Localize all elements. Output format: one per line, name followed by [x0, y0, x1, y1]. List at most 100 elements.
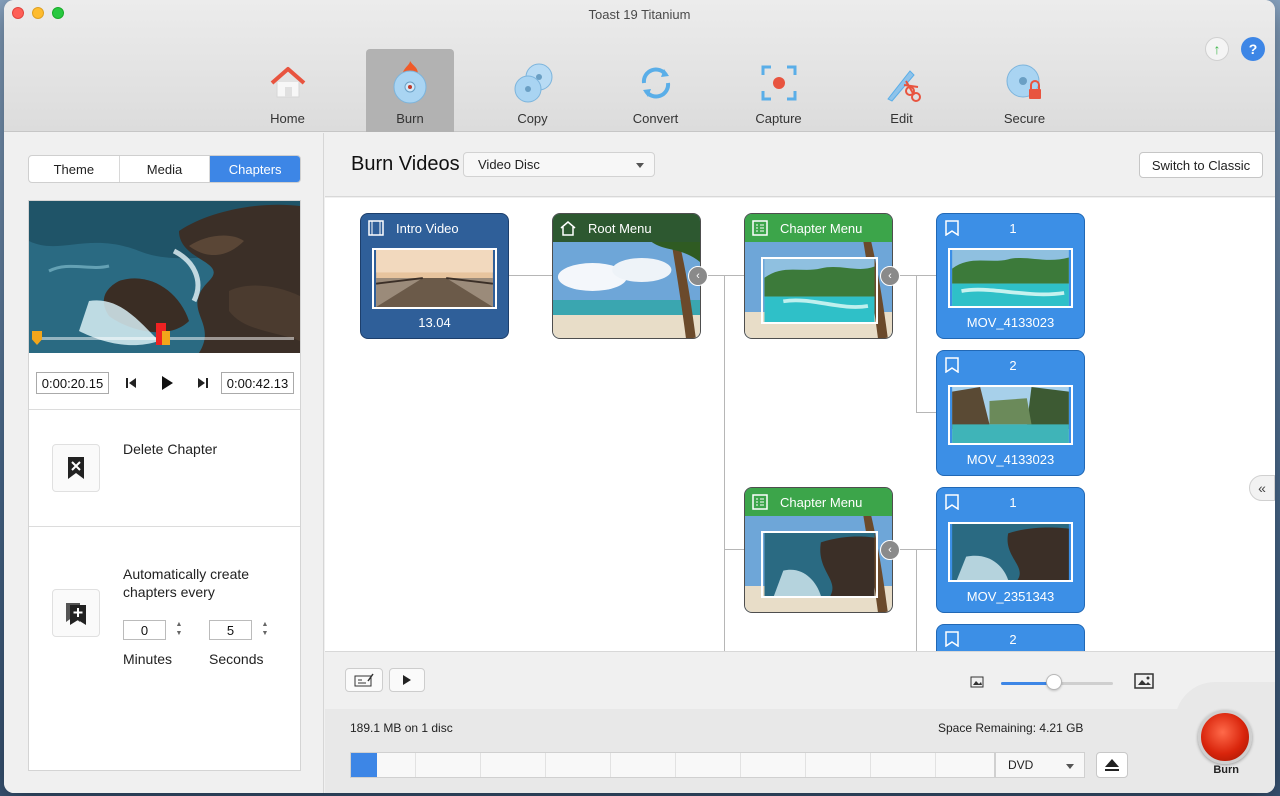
collapse-chapter-menu-1-button[interactable]: ‹ — [880, 266, 900, 286]
node-header: 2 — [937, 625, 1084, 651]
switch-to-classic-button[interactable]: Switch to Classic — [1139, 152, 1263, 178]
chapter-node-1[interactable]: 1 MOV_4133023 — [936, 213, 1085, 339]
sidebar-tabs: Theme Media Chapters — [28, 155, 301, 183]
previous-chapter-icon[interactable] — [125, 377, 137, 389]
nav-label: Convert — [632, 111, 679, 126]
tab-chapters[interactable]: Chapters — [210, 156, 300, 182]
window-title: Toast 19 Titanium — [588, 7, 691, 22]
help-button[interactable]: ? — [1241, 37, 1265, 61]
node-header: 1 — [937, 214, 1084, 242]
node-caption: MOV_4133023 — [966, 315, 1055, 330]
chapter-menu-node-1[interactable]: Chapter Menu — [744, 213, 893, 339]
nav-label: Edit — [890, 111, 913, 126]
chapter-node-3[interactable]: 1 MOV_2351343 — [936, 487, 1085, 613]
disc-size-text: 189.1 MB on 1 disc — [350, 721, 453, 735]
node-header: Root Menu — [553, 214, 700, 242]
eject-button[interactable] — [1096, 752, 1128, 778]
transport-controls — [125, 372, 209, 394]
node-title: Chapter Menu — [780, 494, 863, 510]
nav-burn[interactable]: Burn — [366, 49, 454, 132]
video-preview[interactable] — [29, 201, 300, 353]
connector-line — [916, 549, 917, 651]
burn-button[interactable] — [1198, 710, 1252, 764]
node-header: 2 — [937, 351, 1084, 379]
play-icon — [403, 675, 411, 685]
large-image-icon — [1134, 673, 1154, 689]
seconds-input[interactable]: 5 — [209, 620, 252, 640]
delete-chapter-button[interactable] — [52, 444, 100, 492]
nav-home[interactable]: Home — [226, 49, 349, 132]
seconds-stepper[interactable]: ▲ ▼ — [260, 620, 270, 640]
auto-create-chapters-button[interactable] — [52, 589, 100, 637]
upload-button[interactable]: ↑ — [1205, 37, 1229, 61]
collapse-chapter-menu-2-button[interactable]: ‹ — [880, 540, 900, 560]
node-title: Intro Video — [396, 220, 459, 236]
capture-target-icon — [761, 65, 796, 101]
capacity-bar-fill — [351, 753, 377, 777]
canvas-tools — [325, 651, 1275, 709]
chevron-down-icon — [1066, 764, 1074, 769]
end-timecode[interactable]: 0:00:42.13 — [221, 372, 294, 394]
bookmark-icon — [944, 494, 960, 510]
nav-edit[interactable]: Edit — [840, 49, 963, 132]
node-header: Intro Video — [361, 214, 508, 242]
status-bar: 189.1 MB on 1 disc Space Remaining: 4.21… — [325, 709, 1275, 793]
connector-line — [916, 275, 917, 412]
nav-label: Home — [270, 111, 305, 126]
title-toolbar: Toast 19 Titanium Home Burn Copy Convert… — [4, 0, 1275, 132]
chapter-thumbnail — [948, 248, 1073, 308]
disc-type-select[interactable]: Video Disc — [463, 152, 655, 177]
start-timecode[interactable]: 0:00:20.15 — [36, 372, 109, 394]
media-type-select[interactable]: DVD — [995, 752, 1085, 778]
up-arrow-icon: ↑ — [1213, 41, 1221, 57]
chapters-panel: 0:00:20.15 0:00:42.13 Delete Chapter Aut… — [28, 200, 301, 771]
node-title: 2 — [1009, 631, 1017, 647]
bookmark-icon — [944, 357, 960, 373]
chapter-marker[interactable] — [162, 331, 170, 345]
seconds-label: Seconds — [209, 651, 264, 667]
tab-media[interactable]: Media — [120, 156, 211, 182]
expand-panel-button[interactable]: « — [1249, 475, 1275, 501]
divider — [29, 409, 300, 410]
preview-play-button[interactable] — [389, 668, 425, 692]
minutes-stepper[interactable]: ▲ ▼ — [174, 620, 184, 640]
eject-icon — [1105, 759, 1119, 771]
nav-label: Burn — [396, 111, 424, 126]
chapter-menu-node-2[interactable]: Chapter Menu — [744, 487, 893, 613]
node-title: 1 — [1009, 494, 1017, 510]
bookmarks-add-icon — [66, 603, 86, 625]
home-outline-icon — [560, 220, 576, 236]
node-header: 1 — [937, 488, 1084, 516]
menu-tree-canvas: Intro Video 13.04 Root Menu ‹ Chapter Me… — [325, 198, 1275, 651]
nav-label: Copy — [517, 111, 548, 126]
chapter-node-4[interactable]: 2 — [936, 624, 1085, 651]
bookmark-icon — [944, 631, 960, 647]
edit-menu-button[interactable] — [345, 668, 383, 692]
collapse-root-button[interactable]: ‹ — [688, 266, 708, 286]
next-chapter-icon[interactable] — [197, 377, 209, 389]
node-title: 2 — [1009, 357, 1017, 373]
chapter-menu-thumbnail — [761, 531, 878, 598]
play-icon[interactable] — [160, 375, 174, 391]
zoom-slider-knob[interactable] — [1045, 674, 1062, 690]
main-nav: Home Burn Copy Convert Capture Edit Secu… — [226, 49, 1086, 132]
nav-label: Secure — [1003, 111, 1046, 126]
intro-video-node[interactable]: Intro Video 13.04 — [360, 213, 509, 339]
copy-discs-icon — [514, 63, 552, 103]
nav-secure[interactable]: Secure — [963, 49, 1086, 132]
disc-type-value: Video Disc — [478, 157, 540, 172]
app-window: Toast 19 Titanium Home Burn Copy Convert… — [4, 0, 1275, 793]
minutes-input[interactable]: 0 — [123, 620, 166, 640]
nav-copy[interactable]: Copy — [471, 49, 594, 132]
burn-disc-icon — [393, 61, 427, 104]
chapter-node-2[interactable]: 2 MOV_4133023 — [936, 350, 1085, 476]
delete-chapter-label: Delete Chapter — [123, 441, 218, 457]
root-menu-node[interactable]: Root Menu — [552, 213, 701, 339]
nav-convert[interactable]: Convert — [594, 49, 717, 132]
sidebar: Theme Media Chapters 0:00:20.15 0:00:42.… — [4, 133, 324, 793]
node-title: Root Menu — [588, 220, 652, 236]
burn-button-label: Burn — [1213, 764, 1239, 776]
nav-capture[interactable]: Capture — [717, 49, 840, 132]
tab-theme[interactable]: Theme — [29, 156, 120, 182]
film-icon — [368, 220, 384, 236]
